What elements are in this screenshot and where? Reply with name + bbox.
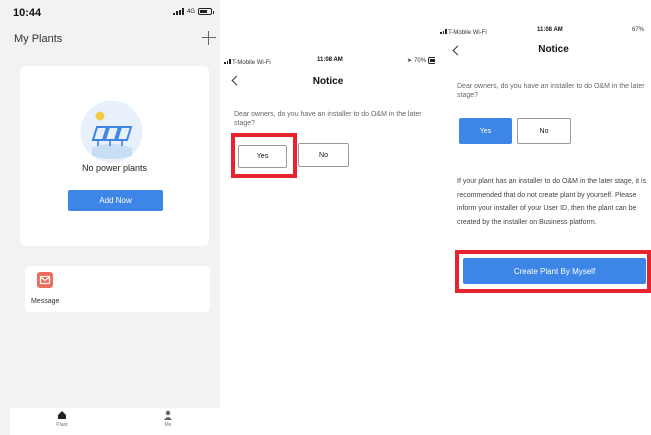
- yes-highlight-box: [231, 133, 297, 178]
- carrier-label: T-Mobile Wi-Fi: [232, 60, 271, 66]
- tab-me[interactable]: Me: [158, 410, 178, 428]
- plants-screen: 10:44 4G My Plants No power plants Add N…: [0, 0, 220, 435]
- status-carrier: T-Mobile Wi-Fi: [224, 57, 271, 66]
- no-button[interactable]: No: [517, 118, 571, 144]
- battery-percent: 70%: [414, 57, 427, 64]
- signal-icon: [440, 27, 447, 34]
- message-icon: [37, 272, 53, 288]
- tab-plant[interactable]: Plant: [52, 410, 72, 428]
- status-time: 11:08 AM: [537, 27, 563, 33]
- add-now-button[interactable]: Add Now: [68, 190, 163, 211]
- status-time: 11:08 AM: [317, 57, 343, 63]
- tab-me-label: Me: [164, 422, 172, 428]
- empty-state-text: No power plants: [81, 163, 148, 173]
- status-carrier: T-Mobile Wi-Fi: [440, 27, 487, 36]
- status-indicators: 4G: [172, 8, 214, 15]
- page-title: My Plants: [14, 33, 63, 45]
- page-title: Notice: [538, 44, 569, 55]
- person-icon: [164, 410, 172, 420]
- installer-recommendation-text: If your plant has an installer to do O&M…: [457, 178, 647, 226]
- status-battery: ➤ 70%: [407, 57, 435, 64]
- add-plant-plus-icon[interactable]: [202, 31, 216, 45]
- page-title: Notice: [312, 76, 344, 87]
- home-icon: [58, 411, 66, 419]
- installer-question: Dear owners, do you have an installer to…: [234, 111, 422, 127]
- tab-plant-label: Plant: [56, 422, 68, 428]
- battery-icon: [198, 8, 214, 15]
- create-highlight-box: [455, 250, 651, 293]
- network-type: 4G: [186, 8, 195, 15]
- installer-question: Dear owners, do you have an installer to…: [457, 83, 645, 99]
- battery-percent: 67%: [632, 27, 645, 33]
- signal-icon: [172, 8, 184, 15]
- status-bar: 10:44 4G: [0, 0, 220, 26]
- notice-screen-initial: T-Mobile Wi-Fi 11:08 AM ➤ 70% Notice Dea…: [221, 0, 435, 435]
- no-button[interactable]: No: [298, 143, 349, 167]
- message-label: Message: [31, 298, 60, 305]
- status-time: 10:44: [13, 7, 42, 19]
- battery-icon: [428, 57, 435, 64]
- solar-panel-illustration-icon: [80, 100, 143, 163]
- notice-screen-yes-selected: T-Mobile Wi-Fi 11:08 AM 67% Notice Dear …: [436, 0, 651, 435]
- tab-bar: [10, 408, 220, 435]
- yes-button-selected[interactable]: Yes: [459, 118, 512, 144]
- back-chevron-icon[interactable]: [452, 45, 463, 56]
- location-arrow-icon: ➤: [407, 58, 413, 64]
- signal-icon: [224, 57, 231, 64]
- carrier-label: T-Mobile Wi-Fi: [448, 30, 487, 36]
